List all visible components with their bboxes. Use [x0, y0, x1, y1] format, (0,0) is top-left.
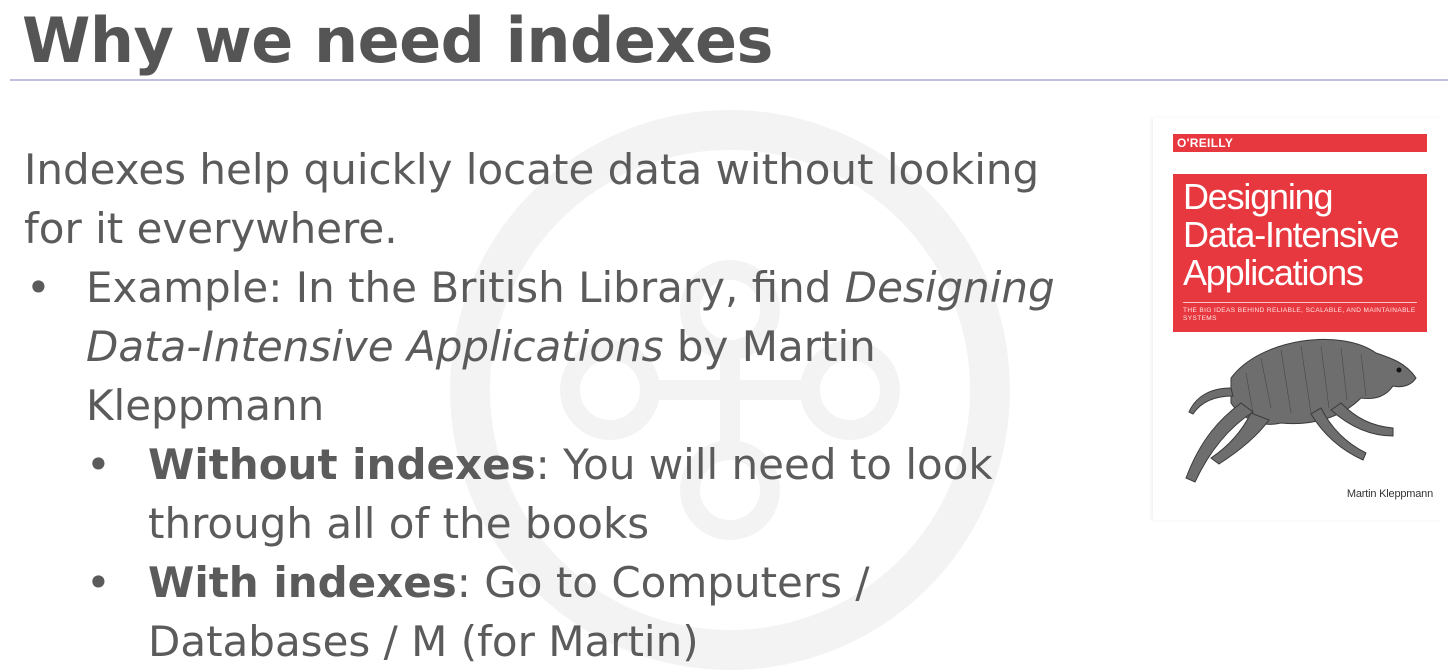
- slide-body: Indexes help quickly locate data without…: [24, 140, 1074, 671]
- list-item: • With indexes: Go to Computers / Databas…: [86, 553, 1074, 671]
- bullet-dot-icon: •: [86, 558, 111, 607]
- list-item: • Without indexes: You will need to look …: [86, 435, 1074, 553]
- bullet-list: • Example: In the British Library, find …: [24, 258, 1074, 671]
- sub-bullet-bold: With indexes: [148, 558, 457, 607]
- publisher-logo: O'REILLY: [1177, 136, 1234, 150]
- slide-title: Why we need indexes: [22, 4, 773, 77]
- sub-bullet-bold: Without indexes: [148, 440, 536, 489]
- book-author: Martin Kleppmann: [1346, 488, 1433, 500]
- slide: Why we need indexes Indexes help quickly…: [0, 0, 1456, 672]
- boar-illustration-icon: [1185, 338, 1417, 483]
- bullet-prefix: Example: In the British Library, find: [86, 263, 832, 312]
- lead-paragraph: Indexes help quickly locate data without…: [24, 145, 1040, 253]
- title-divider: [10, 79, 1448, 81]
- bullet-dot-icon: •: [26, 263, 51, 312]
- cover-divider: [1183, 302, 1417, 303]
- list-item: • Example: In the British Library, find …: [24, 258, 1074, 671]
- book-cover: O'REILLY Designing Data-Intensive Applic…: [1153, 118, 1443, 520]
- publisher-bar: O'REILLY: [1173, 134, 1427, 152]
- book-title: Designing Data-Intensive Applications: [1183, 176, 1400, 293]
- bullet-dot-icon: •: [86, 440, 111, 489]
- sub-bullet-list: • Without indexes: You will need to look …: [86, 435, 1074, 671]
